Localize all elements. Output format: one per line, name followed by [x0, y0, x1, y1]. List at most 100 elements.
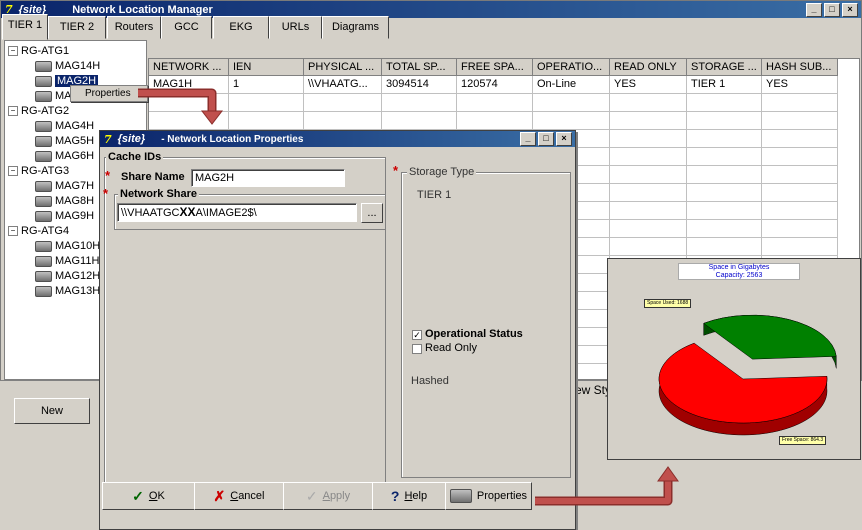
empty-cell	[149, 112, 229, 130]
empty-cell	[533, 94, 610, 112]
server-icon	[35, 240, 52, 252]
column-header[interactable]: TOTAL SP...	[382, 59, 457, 76]
tree-node[interactable]: MAG10H	[35, 240, 100, 252]
tree-node[interactable]: MAG12H	[35, 270, 100, 282]
close-button[interactable]: ×	[842, 2, 858, 17]
empty-cell	[610, 148, 687, 166]
table-cell[interactable]: 3094514	[382, 76, 457, 94]
cancel-label: ancel	[238, 490, 265, 502]
tree-node[interactable]: MAG5H	[35, 135, 94, 147]
empty-cell	[610, 112, 687, 130]
table-cell[interactable]: 1	[229, 76, 304, 94]
tree-node[interactable]: MAG6H	[35, 150, 94, 162]
tab-urls[interactable]: URLs	[269, 16, 322, 39]
hashed-label: Hashed	[411, 375, 449, 387]
server-icon	[35, 135, 52, 147]
tree-group[interactable]: − RG-ATG2	[8, 105, 69, 117]
tree-node[interactable]: MAG7H	[35, 180, 94, 192]
help-question-icon: ?	[390, 488, 400, 504]
tree-item-label: MAG5H	[55, 135, 95, 147]
empty-cell	[304, 112, 382, 130]
cache-ids-label: Cache IDs	[106, 151, 164, 163]
collapse-icon[interactable]: −	[8, 166, 18, 176]
cancel-button[interactable]: ✗ Cancel	[194, 482, 284, 510]
column-header[interactable]: STORAGE ...	[687, 59, 762, 76]
empty-cell	[762, 112, 838, 130]
dialog-minimize-button[interactable]: _	[520, 132, 536, 146]
tab-tier-1[interactable]: TIER 1	[2, 14, 48, 40]
new-button[interactable]: New	[14, 398, 90, 424]
maximize-button[interactable]: □	[824, 2, 840, 17]
empty-cell	[610, 220, 687, 238]
ok-button[interactable]: ✓ OK	[102, 482, 195, 510]
network-share-label: Network Share	[118, 188, 200, 200]
tab-diagrams[interactable]: Diagrams	[322, 16, 389, 39]
empty-cell	[762, 130, 838, 148]
pie-slice-1	[703, 314, 837, 360]
help-mnemonic: H	[404, 490, 413, 502]
window-title: Network Location Manager	[72, 3, 213, 16]
column-header[interactable]: HASH SUB...	[762, 59, 838, 76]
table-cell[interactable]: TIER 1	[687, 76, 762, 94]
column-header[interactable]: PHYSICAL ...	[304, 59, 382, 76]
share-name-label: Share Name	[121, 171, 185, 183]
column-header[interactable]: FREE SPA...	[457, 59, 533, 76]
tree-item-label: RG-ATG2	[21, 105, 70, 117]
apply-button[interactable]: ✓ Apply	[283, 482, 373, 510]
table-cell[interactable]: On-Line	[533, 76, 610, 94]
table-cell[interactable]: YES	[762, 76, 838, 94]
empty-cell	[533, 112, 610, 130]
network-share-input[interactable]: \\VHAATGCXXA\IMAGE2$\	[117, 203, 357, 222]
tree-node[interactable]: MAG8H	[35, 195, 94, 207]
empty-cell	[610, 166, 687, 184]
minimize-button[interactable]: _	[806, 2, 822, 17]
column-header[interactable]: OPERATIO...	[533, 59, 610, 76]
collapse-icon[interactable]: −	[8, 226, 18, 236]
tree-item-label: MAG12H	[55, 270, 101, 282]
empty-cell	[687, 148, 762, 166]
tree-node[interactable]: MAG11H	[35, 255, 99, 267]
dialog-maximize-button[interactable]: □	[538, 132, 554, 146]
browse-button[interactable]: ...	[361, 203, 383, 223]
tree-node[interactable]: MAG4H	[35, 120, 94, 132]
network-share-redaction: XX	[179, 205, 196, 219]
tab-ekg[interactable]: EKG	[213, 16, 269, 39]
tab-tier-2[interactable]: TIER 2	[48, 16, 106, 39]
used-space-label: Space Used: 1688	[644, 299, 692, 308]
help-button[interactable]: ? Help	[372, 482, 446, 510]
tree-node[interactable]: MAG13H	[35, 285, 100, 297]
empty-cell	[610, 202, 687, 220]
column-header[interactable]: READ ONLY	[610, 59, 687, 76]
operational-status-check: ✓	[413, 330, 421, 340]
context-menu-properties[interactable]: Properties	[70, 85, 148, 102]
tree-group[interactable]: − RG-ATG1	[8, 45, 69, 57]
tree-item-label: RG-ATG3	[21, 165, 70, 177]
dialog-close-button[interactable]: ×	[556, 132, 572, 146]
tab-routers[interactable]: Routers	[107, 16, 161, 39]
read-only-checkbox[interactable]	[412, 344, 422, 354]
tab-gcc[interactable]: GCC	[161, 16, 212, 39]
cancel-mnemonic: C	[230, 490, 239, 502]
table-cell[interactable]: MAG1H	[149, 76, 229, 94]
table-cell[interactable]: \\VHAATG...	[304, 76, 382, 94]
column-header[interactable]: NETWORK ...	[149, 59, 229, 76]
server-icon	[35, 60, 52, 72]
server-icon	[35, 75, 52, 87]
table-cell[interactable]: 120574	[457, 76, 533, 94]
collapse-icon[interactable]: −	[8, 46, 18, 56]
properties-button[interactable]: Properties	[445, 482, 532, 510]
collapse-icon[interactable]: −	[8, 106, 18, 116]
tree-node[interactable]: MAG14H	[35, 60, 100, 72]
column-header[interactable]: IEN	[229, 59, 304, 76]
server-icon	[35, 150, 52, 162]
empty-cell	[687, 184, 762, 202]
table-cell[interactable]: YES	[610, 76, 687, 94]
tree-group[interactable]: − RG-ATG4	[8, 225, 69, 237]
operational-status-checkbox[interactable]: ✓	[412, 330, 422, 340]
tree-group[interactable]: − RG-ATG3	[8, 165, 69, 177]
network-location-properties-dialog: 7 {site} - Network Location Properties _…	[99, 130, 576, 530]
empty-cell	[229, 94, 304, 112]
tree-node[interactable]: MAG9H	[35, 210, 94, 222]
empty-cell	[304, 94, 382, 112]
share-name-input[interactable]: MAG2H	[191, 169, 345, 187]
